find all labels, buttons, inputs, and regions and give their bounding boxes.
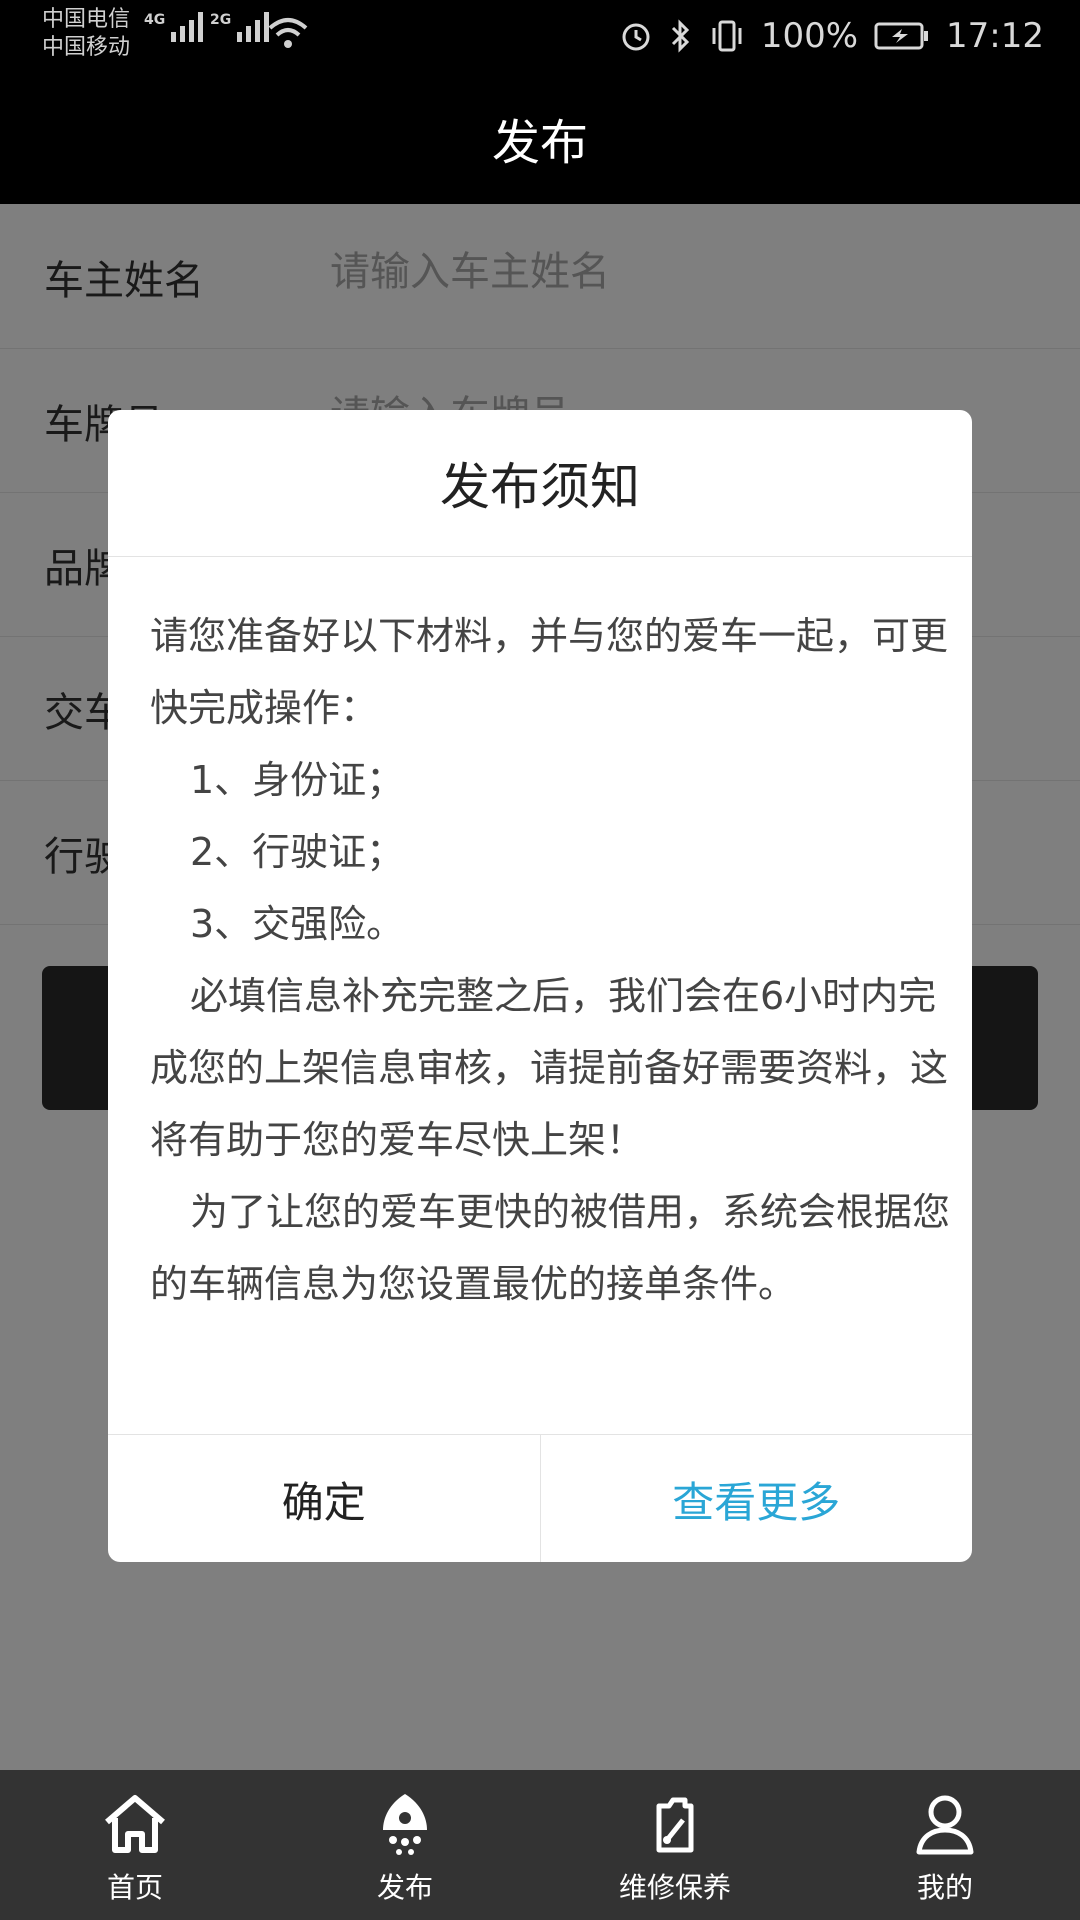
status-bar: 中国电信 中国移动 4G 2G 100% 17:12 xyxy=(0,0,1080,72)
tab-publish[interactable]: 发布 xyxy=(270,1770,540,1920)
vibrate-icon xyxy=(709,18,745,54)
tab-label: 我的 xyxy=(916,1871,973,1904)
bluetooth-icon xyxy=(669,18,693,54)
bottom-tab-bar: 首页 发布 维修保养 我的 xyxy=(0,1770,1080,1920)
header-bar: 发布 xyxy=(0,72,1080,204)
publish-notice-dialog: 发布须知 请您准备好以下材料，并与您的爱车一起，可更快完成操作： 1、身份证； … xyxy=(108,410,972,1562)
signal-2-icon: 2G xyxy=(210,12,270,42)
user-icon xyxy=(909,1788,981,1860)
tab-mine[interactable]: 我的 xyxy=(810,1770,1080,1920)
carrier-1: 中国电信 xyxy=(42,7,131,32)
dialog-intro: 请您准备好以下材料，并与您的爱车一起，可更快完成操作： xyxy=(150,614,949,730)
network-type-1: 4G xyxy=(144,12,166,28)
signal-1-icon: 4G xyxy=(144,12,204,42)
dialog-title: 发布须知 xyxy=(108,410,972,557)
wrench-icon xyxy=(639,1788,711,1860)
rocket-icon xyxy=(369,1788,441,1860)
dialog-item-2: 2、行驶证； xyxy=(190,830,405,874)
wifi-icon xyxy=(268,16,308,54)
tab-label: 发布 xyxy=(376,1871,433,1904)
dialog-footer: 确定 查看更多 xyxy=(108,1434,972,1562)
home-icon xyxy=(99,1788,171,1860)
battery-charging-icon xyxy=(874,21,930,51)
network-type-2: 2G xyxy=(210,12,232,28)
dialog-paragraph-2: 为了让您的爱车更快的被借用，系统会根据您的车辆信息为您设置最优的接单条件。 xyxy=(150,1190,951,1306)
tab-maintenance[interactable]: 维修保养 xyxy=(540,1770,810,1920)
tab-label: 首页 xyxy=(106,1871,163,1904)
page-title: 发布 xyxy=(491,115,588,171)
tab-label: 维修保养 xyxy=(618,1871,731,1904)
alarm-icon xyxy=(619,19,653,53)
battery-percent: 100% xyxy=(760,16,859,56)
status-right: 100% 17:12 xyxy=(619,12,1044,60)
view-more-button[interactable]: 查看更多 xyxy=(541,1435,973,1562)
dialog-body: 请您准备好以下材料，并与您的爱车一起，可更快完成操作： 1、身份证； 2、行驶证… xyxy=(150,600,950,1320)
carrier-labels: 中国电信 中国移动 xyxy=(42,6,130,62)
clock-time: 17:12 xyxy=(946,16,1044,56)
carrier-2: 中国移动 xyxy=(42,35,131,60)
dialog-item-3: 3、交强险。 xyxy=(190,902,405,946)
confirm-button[interactable]: 确定 xyxy=(108,1435,541,1562)
dialog-paragraph-1: 必填信息补充完整之后，我们会在6小时内完成您的上架信息审核，请提前备好需要资料，… xyxy=(150,974,949,1162)
dialog-item-1: 1、身份证； xyxy=(190,758,405,802)
tab-home[interactable]: 首页 xyxy=(0,1770,270,1920)
